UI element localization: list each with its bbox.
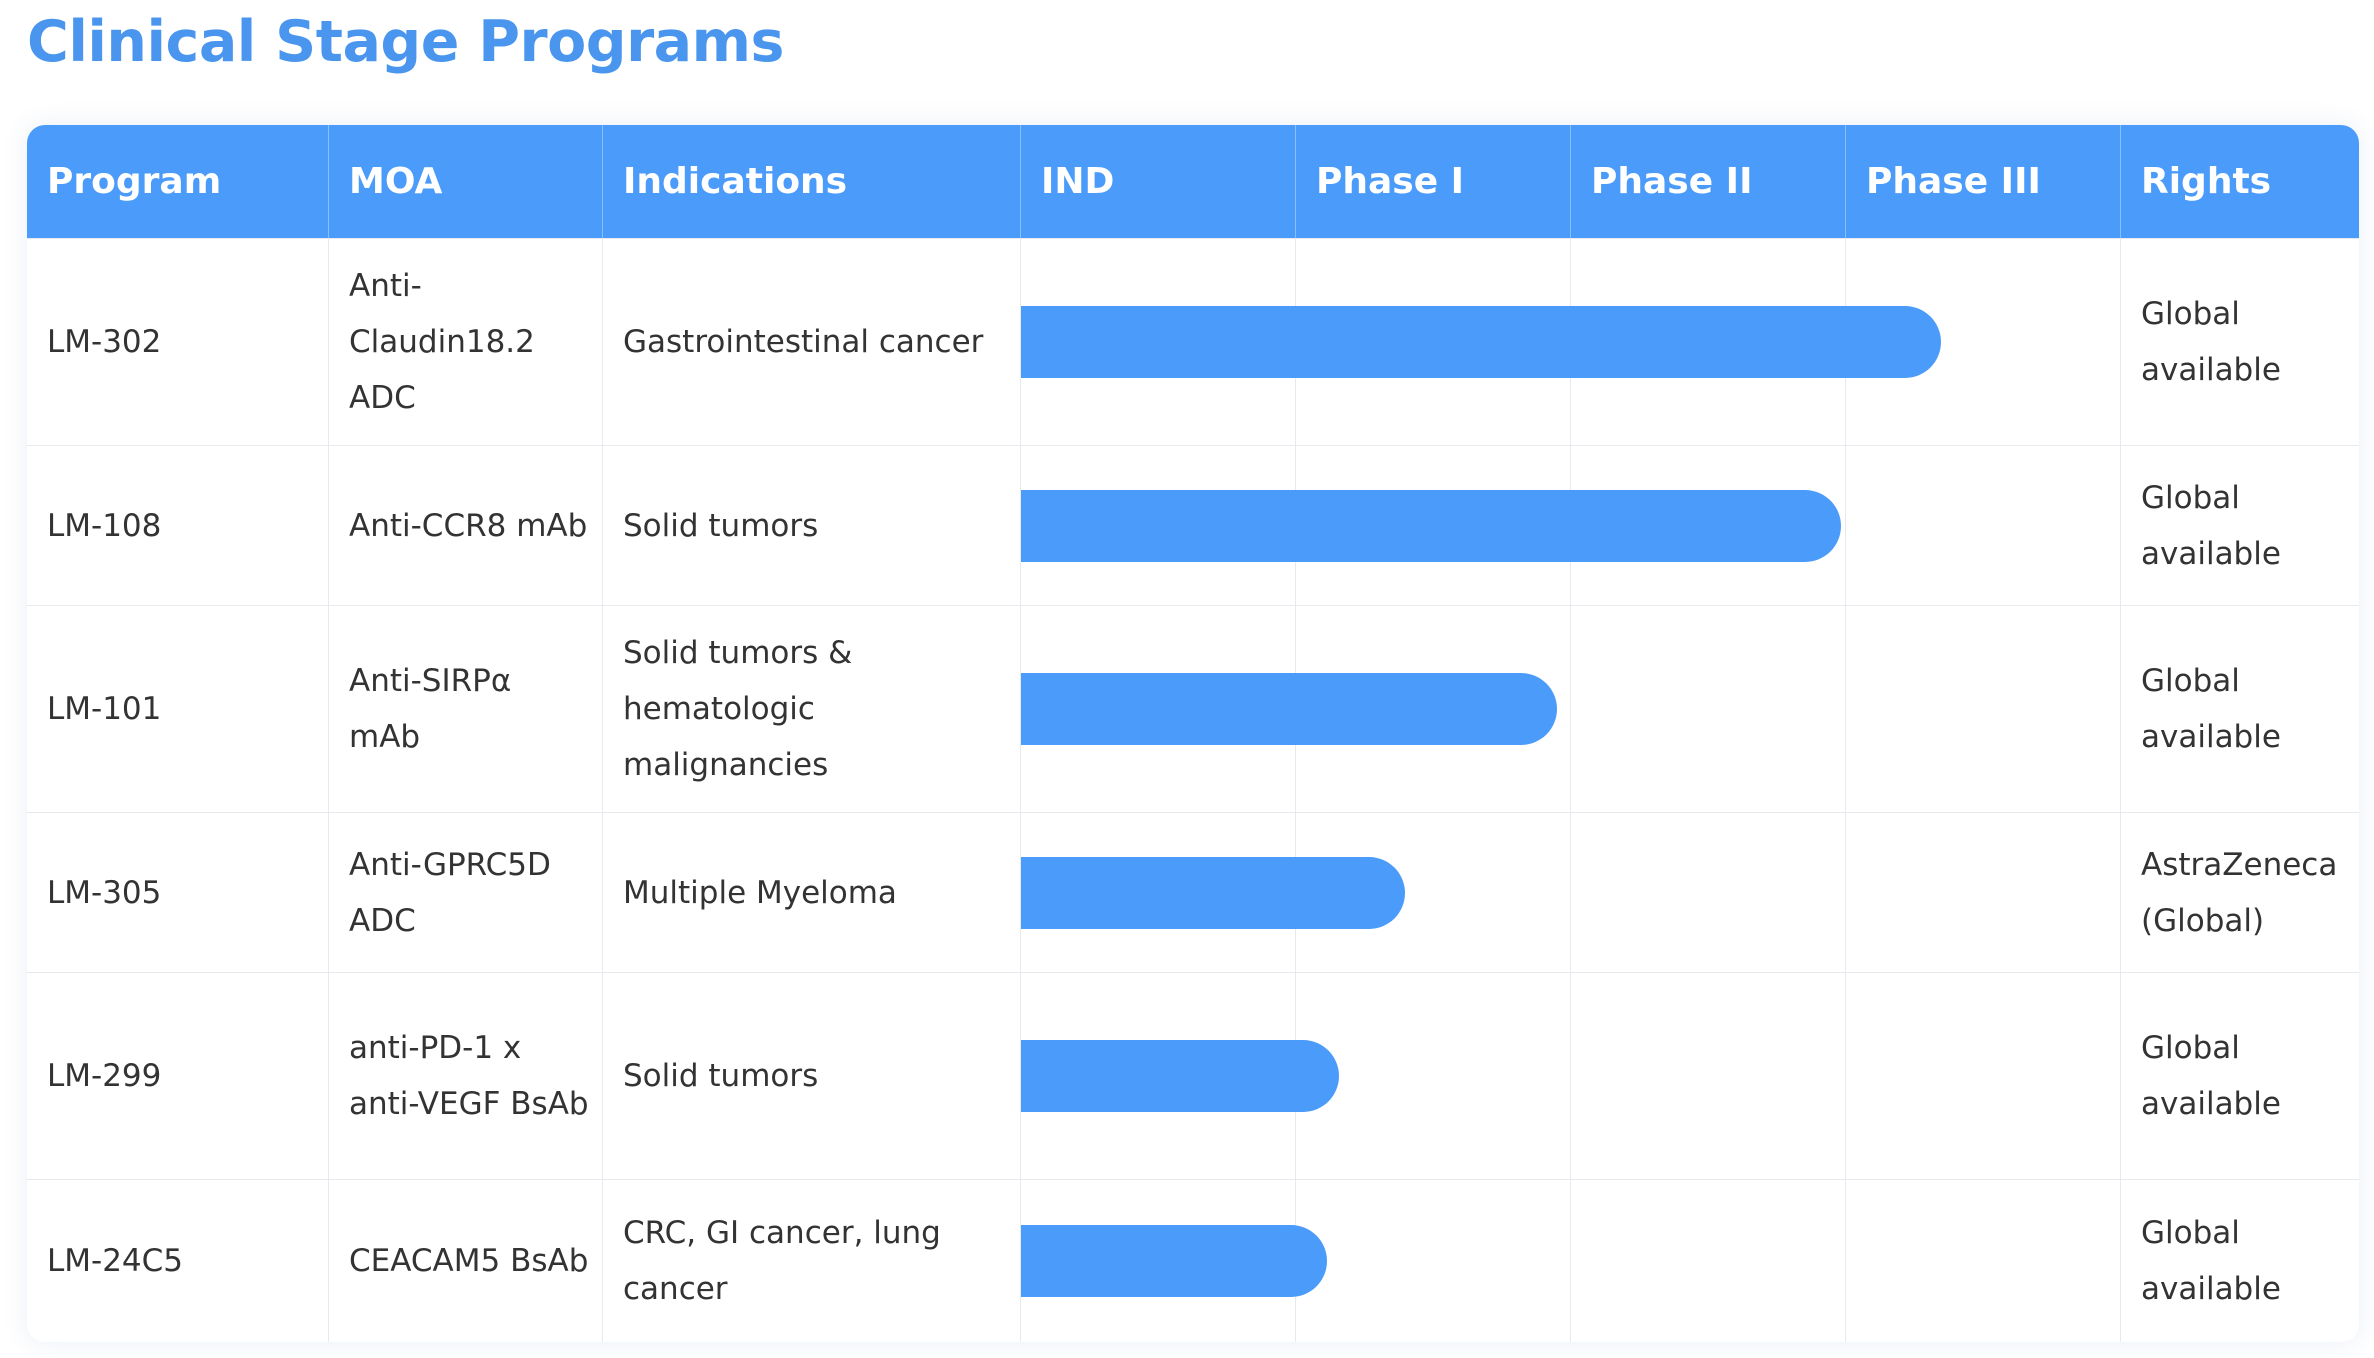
moa-text: Anti-CCR8 mAb: [349, 507, 588, 544]
column-header-phase-1: Phase I: [1296, 125, 1571, 238]
moa-cell: Anti-SIRPα mAb: [329, 606, 603, 812]
program-name: LM-302: [47, 324, 162, 360]
indications-text: Gastrointestinal cancer: [623, 324, 984, 360]
rights-line-1: Global: [2141, 663, 2240, 699]
table-header: Program MOA Indications IND Phase I Phas…: [27, 125, 2359, 238]
pipeline-table: Program MOA Indications IND Phase I Phas…: [27, 125, 2359, 1342]
column-header-program: Program: [27, 125, 329, 238]
indications-cell: Gastrointestinal cancer: [603, 239, 1021, 445]
moa-cell: anti-PD-1 x anti-VEGF BsAb: [329, 973, 603, 1179]
rights-cell: AstraZeneca (Global): [2121, 813, 2359, 972]
column-header-indications: Indications: [603, 125, 1021, 238]
indications-text: CRC, GI cancer, lung cancer: [623, 1215, 941, 1307]
moa-text: Anti-GPRC5D ADC: [349, 846, 551, 939]
column-header-moa: MOA: [329, 125, 603, 238]
indications-text: Solid tumors & hematologic malignancies: [623, 635, 853, 783]
progress-bar: [1021, 1225, 1327, 1297]
page-title: Clinical Stage Programs: [27, 9, 784, 75]
program-cell: LM-302: [27, 239, 329, 445]
table-row: LM-299 anti-PD-1 x anti-VEGF BsAb Solid …: [27, 972, 2359, 1179]
moa-text: Anti-Claudin18.2 ADC: [349, 268, 535, 416]
progress-bar: [1021, 489, 1841, 562]
program-cell: LM-101: [27, 606, 329, 812]
indications-cell: Solid tumors: [603, 446, 1021, 605]
rights-line-2: available: [2141, 1086, 2281, 1122]
table-row: LM-101 Anti-SIRPα mAb Solid tumors & hem…: [27, 605, 2359, 812]
moa-cell: Anti-Claudin18.2 ADC: [329, 239, 603, 445]
rights-line-2: available: [2141, 535, 2281, 572]
indications-cell: Multiple Myeloma: [603, 813, 1021, 972]
program-name: LM-101: [47, 691, 162, 727]
program-cell: LM-108: [27, 446, 329, 605]
rights-cell: Global available: [2121, 239, 2359, 445]
rights-line-1: Global: [2141, 1215, 2240, 1251]
phase-cell-phase-2: [1571, 973, 1846, 1179]
phase-cell-phase-2: [1571, 606, 1846, 812]
moa-cell: CEACAM5 BsAb: [329, 1180, 603, 1342]
phase-cell-phase-1: [1296, 1180, 1571, 1342]
program-name: LM-108: [47, 507, 162, 544]
rights-line-1: Global: [2141, 479, 2240, 516]
table-row: LM-302 Anti-Claudin18.2 ADC Gastrointest…: [27, 238, 2359, 445]
program-name: LM-305: [47, 874, 162, 911]
column-header-phase-2: Phase II: [1571, 125, 1846, 238]
phase-cell-phase-2: [1571, 1180, 1846, 1342]
rights-cell: Global available: [2121, 606, 2359, 812]
moa-text: anti-PD-1 x anti-VEGF BsAb: [349, 1030, 589, 1122]
moa-text: CEACAM5 BsAb: [349, 1243, 589, 1279]
table-row: LM-108 Anti-CCR8 mAb Solid tumors Global…: [27, 445, 2359, 605]
rights-cell: Global available: [2121, 1180, 2359, 1342]
table-row: LM-24C5 CEACAM5 BsAb CRC, GI cancer, lun…: [27, 1179, 2359, 1342]
program-cell: LM-299: [27, 973, 329, 1179]
table-row: LM-305 Anti-GPRC5D ADC Multiple Myeloma …: [27, 812, 2359, 972]
program-name: LM-299: [47, 1058, 162, 1094]
rights-line-1: AstraZeneca: [2141, 846, 2338, 883]
phase-cell-phase-3: [1846, 973, 2121, 1179]
phase-cell-phase-3: [1846, 606, 2121, 812]
progress-bar: [1021, 673, 1557, 745]
indications-cell: Solid tumors & hematologic malignancies: [603, 606, 1021, 812]
moa-cell: Anti-CCR8 mAb: [329, 446, 603, 605]
rights-line-2: available: [2141, 352, 2281, 388]
rights-line-2: (Global): [2141, 902, 2265, 939]
indications-cell: Solid tumors: [603, 973, 1021, 1179]
rights-line-2: available: [2141, 1271, 2281, 1307]
progress-bar: [1021, 856, 1405, 929]
rights-line-1: Global: [2141, 1030, 2240, 1066]
program-name: LM-24C5: [47, 1243, 184, 1279]
indications-text: Solid tumors: [623, 1058, 819, 1094]
phase-cell-phase-2: [1571, 813, 1846, 972]
column-header-rights: Rights: [2121, 125, 2359, 238]
rights-cell: Global available: [2121, 446, 2359, 605]
phase-cell-phase-3: [1846, 1180, 2121, 1342]
moa-text: Anti-SIRPα mAb: [349, 663, 512, 755]
progress-bar: [1021, 1040, 1339, 1112]
column-header-ind: IND: [1021, 125, 1296, 238]
column-header-phase-3: Phase III: [1846, 125, 2121, 238]
indications-text: Solid tumors: [623, 507, 819, 544]
phase-cell-phase-3: [1846, 813, 2121, 972]
rights-cell: Global available: [2121, 973, 2359, 1179]
indications-cell: CRC, GI cancer, lung cancer: [603, 1180, 1021, 1342]
rights-line-1: Global: [2141, 296, 2240, 332]
rights-line-2: available: [2141, 719, 2281, 755]
program-cell: LM-305: [27, 813, 329, 972]
phase-cell-phase-3: [1846, 446, 2121, 605]
progress-bar: [1021, 306, 1941, 378]
program-cell: LM-24C5: [27, 1180, 329, 1342]
indications-text: Multiple Myeloma: [623, 874, 897, 911]
moa-cell: Anti-GPRC5D ADC: [329, 813, 603, 972]
